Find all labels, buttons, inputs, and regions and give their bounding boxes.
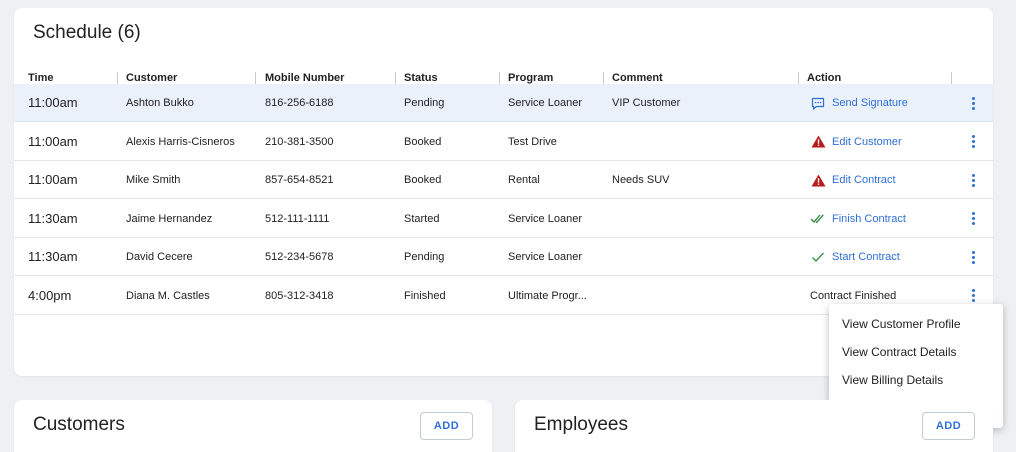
menu-item-view-contract-details[interactable]: View Contract Details	[829, 338, 1003, 366]
table-row[interactable]: 11:30am David Cecere 512-234-5678 Pending Se…	[14, 238, 993, 276]
chat-icon	[810, 95, 826, 111]
check-icon	[810, 249, 826, 265]
add-employee-button[interactable]: ADD	[922, 412, 975, 440]
cell-customer: David Cecere	[126, 251, 193, 263]
row-action[interactable]: Start Contract	[810, 238, 900, 276]
row-action[interactable]: Send Signature	[810, 84, 908, 122]
row-action[interactable]: Edit Customer	[810, 123, 902, 161]
row-action-label[interactable]: Finish Contract	[832, 213, 906, 225]
table-row[interactable]: 11:00am Mike Smith 857-654-8521 Booked Renta…	[14, 161, 993, 199]
add-customer-button[interactable]: ADD	[420, 412, 473, 440]
more-options-icon[interactable]	[966, 238, 980, 276]
row-action-label[interactable]: Send Signature	[832, 97, 908, 109]
more-options-icon[interactable]	[966, 200, 980, 238]
menu-item-view-billing-details[interactable]: View Billing Details	[829, 366, 1003, 394]
customers-card: Customers ADD	[14, 400, 492, 452]
cell-program: Test Drive	[508, 135, 557, 148]
cell-time: 4:00pm	[28, 287, 72, 303]
table-row[interactable]: 11:30am Jaime Hernandez 512-111-1111 Starte…	[14, 200, 993, 238]
cell-comment: VIP Customer	[612, 97, 681, 109]
cell-program: Ultimate Progr...	[508, 289, 587, 302]
menu-item-view-customer-profile[interactable]: View Customer Profile	[829, 310, 1003, 338]
more-options-icon[interactable]	[966, 161, 980, 199]
cell-time: 11:00am	[28, 95, 78, 110]
cell-time: 11:30am	[28, 210, 78, 226]
cell-status: Booked	[404, 135, 442, 148]
cell-customer: Jaime Hernandez	[126, 212, 213, 225]
double-check-icon	[810, 211, 826, 227]
row-action[interactable]: Edit Contract	[810, 161, 896, 199]
cell-customer: Diana M. Castles	[126, 289, 210, 302]
employees-title: Employees	[534, 414, 628, 435]
cell-time: 11:00am	[28, 172, 78, 187]
cell-mobile: 512-111-1111	[265, 212, 330, 225]
cell-mobile: 512-234-5678	[265, 251, 334, 263]
cell-time: 11:30am	[28, 249, 78, 264]
row-action-label[interactable]: Edit Contract	[832, 174, 896, 186]
cell-customer: Alexis Harris-Cisneros	[126, 135, 235, 148]
cell-status: Pending	[404, 251, 445, 263]
cell-comment: Needs SUV	[612, 174, 670, 186]
cell-program: Service Loaner	[508, 212, 582, 225]
customers-title: Customers	[33, 414, 125, 435]
cell-status: Pending	[404, 97, 445, 109]
row-action-label: Contract Finished	[810, 289, 897, 302]
cell-program: Rental	[508, 174, 540, 186]
more-options-icon[interactable]	[966, 84, 980, 122]
table-row[interactable]: 11:00am Alexis Harris-Cisneros 210-381-350…	[14, 123, 993, 161]
cell-program: Service Loaner	[508, 97, 582, 109]
employees-card: Employees ADD	[515, 400, 993, 452]
warning-icon	[810, 134, 826, 150]
cell-customer: Ashton Bukko	[126, 97, 194, 109]
table-row[interactable]: 11:00am Ashton Bukko 816-256-6188 Pending Se…	[14, 84, 993, 122]
row-action-label[interactable]: Edit Customer	[832, 136, 902, 148]
more-options-icon[interactable]	[966, 123, 980, 161]
cell-status: Booked	[404, 174, 442, 186]
row-action-label[interactable]: Start Contract	[832, 251, 900, 263]
warning-icon	[810, 172, 826, 188]
cell-mobile: 805-312-3418	[265, 289, 334, 302]
schedule-title: Schedule (6)	[33, 22, 141, 43]
cell-status: Started	[404, 212, 440, 225]
cell-mobile: 857-654-8521	[265, 174, 334, 186]
cell-time: 11:00am	[28, 133, 78, 149]
row-action[interactable]: Finish Contract	[810, 200, 906, 238]
cell-program: Service Loaner	[508, 251, 582, 263]
cell-mobile: 210-381-3500	[265, 135, 334, 148]
cell-status: Finished	[404, 289, 446, 302]
cell-mobile: 816-256-6188	[265, 97, 334, 109]
cell-customer: Mike Smith	[126, 174, 181, 186]
